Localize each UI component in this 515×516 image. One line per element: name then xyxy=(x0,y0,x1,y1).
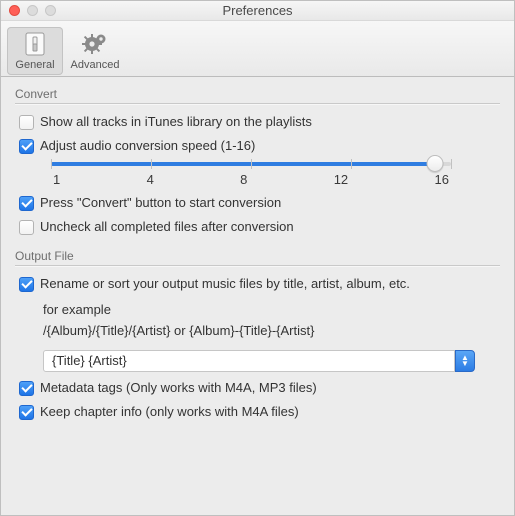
pattern-dropdown-button[interactable]: ▲ ▼ xyxy=(455,350,475,372)
show-all-tracks-checkbox[interactable] xyxy=(19,115,34,130)
adjust-speed-label: Adjust audio conversion speed (1-16) xyxy=(40,138,255,153)
zoom-button[interactable] xyxy=(45,5,56,16)
convert-group: Convert Show all tracks in iTunes librar… xyxy=(15,87,500,235)
chapter-checkbox[interactable] xyxy=(19,405,34,420)
output-group: Output File Rename or sort your output m… xyxy=(15,249,500,420)
rename-label: Rename or sort your output music files b… xyxy=(40,276,410,291)
show-all-tracks-label: Show all tracks in iTunes library on the… xyxy=(40,114,312,129)
slider-fill xyxy=(51,162,435,166)
tab-general[interactable]: General xyxy=(7,27,63,75)
convert-title: Convert xyxy=(15,87,500,101)
titlebar: Preferences xyxy=(1,1,514,21)
metadata-checkbox[interactable] xyxy=(19,381,34,396)
output-title: Output File xyxy=(15,249,500,263)
uncheck-completed-checkbox[interactable] xyxy=(19,220,34,235)
preferences-window: Preferences General xyxy=(0,0,515,516)
slider-label: 12 xyxy=(334,172,348,187)
example-line-2: /{Album}/{Title}/{Artist} or {Album}-{Ti… xyxy=(43,321,500,342)
window-controls xyxy=(1,5,56,16)
uncheck-completed-row[interactable]: Uncheck all completed files after conver… xyxy=(15,219,500,235)
adjust-speed-checkbox[interactable] xyxy=(19,139,34,154)
speed-slider[interactable]: 1 4 8 12 16 xyxy=(51,162,451,187)
divider xyxy=(15,103,500,104)
uncheck-completed-label: Uncheck all completed files after conver… xyxy=(40,219,294,234)
slider-tick xyxy=(51,159,52,169)
slider-label: 1 xyxy=(53,172,60,187)
chevron-down-icon: ▼ xyxy=(461,361,469,367)
slider-tick xyxy=(151,159,152,169)
show-all-tracks-row[interactable]: Show all tracks in iTunes library on the… xyxy=(15,114,500,130)
slider-label: 16 xyxy=(434,172,448,187)
rename-example: for example /{Album}/{Title}/{Artist} or… xyxy=(43,300,500,342)
pattern-input-row: ▲ ▼ xyxy=(43,350,475,372)
divider xyxy=(15,265,500,266)
tab-advanced[interactable]: Advanced xyxy=(67,27,123,75)
rename-checkbox[interactable] xyxy=(19,277,34,292)
toolbar: General xyxy=(1,21,514,77)
press-convert-label: Press "Convert" button to start conversi… xyxy=(40,195,281,210)
slider-tick xyxy=(251,159,252,169)
speed-slider-wrap: 1 4 8 12 16 xyxy=(51,162,451,187)
minimize-button[interactable] xyxy=(27,5,38,16)
example-line-1: for example xyxy=(43,300,500,321)
gear-icon xyxy=(82,31,108,57)
slider-label: 8 xyxy=(240,172,247,187)
chapter-row[interactable]: Keep chapter info (only works with M4A f… xyxy=(15,404,500,420)
tab-advanced-label: Advanced xyxy=(71,59,120,71)
press-convert-checkbox[interactable] xyxy=(19,196,34,211)
chapter-label: Keep chapter info (only works with M4A f… xyxy=(40,404,299,419)
adjust-speed-row[interactable]: Adjust audio conversion speed (1-16) xyxy=(15,138,500,154)
slider-tick xyxy=(451,159,452,169)
metadata-row[interactable]: Metadata tags (Only works with M4A, MP3 … xyxy=(15,380,500,396)
close-button[interactable] xyxy=(9,5,20,16)
content-area: Convert Show all tracks in iTunes librar… xyxy=(1,77,514,515)
pattern-input[interactable] xyxy=(43,350,455,372)
metadata-label: Metadata tags (Only works with M4A, MP3 … xyxy=(40,380,317,395)
slider-label: 4 xyxy=(147,172,154,187)
window-title: Preferences xyxy=(1,3,514,18)
slider-tick xyxy=(351,159,352,169)
switch-icon xyxy=(22,31,48,57)
tab-general-label: General xyxy=(15,59,54,71)
press-convert-row[interactable]: Press "Convert" button to start conversi… xyxy=(15,195,500,211)
slider-labels: 1 4 8 12 16 xyxy=(51,172,451,187)
rename-row[interactable]: Rename or sort your output music files b… xyxy=(15,276,500,292)
slider-track[interactable] xyxy=(51,162,451,166)
slider-thumb[interactable] xyxy=(427,155,444,172)
